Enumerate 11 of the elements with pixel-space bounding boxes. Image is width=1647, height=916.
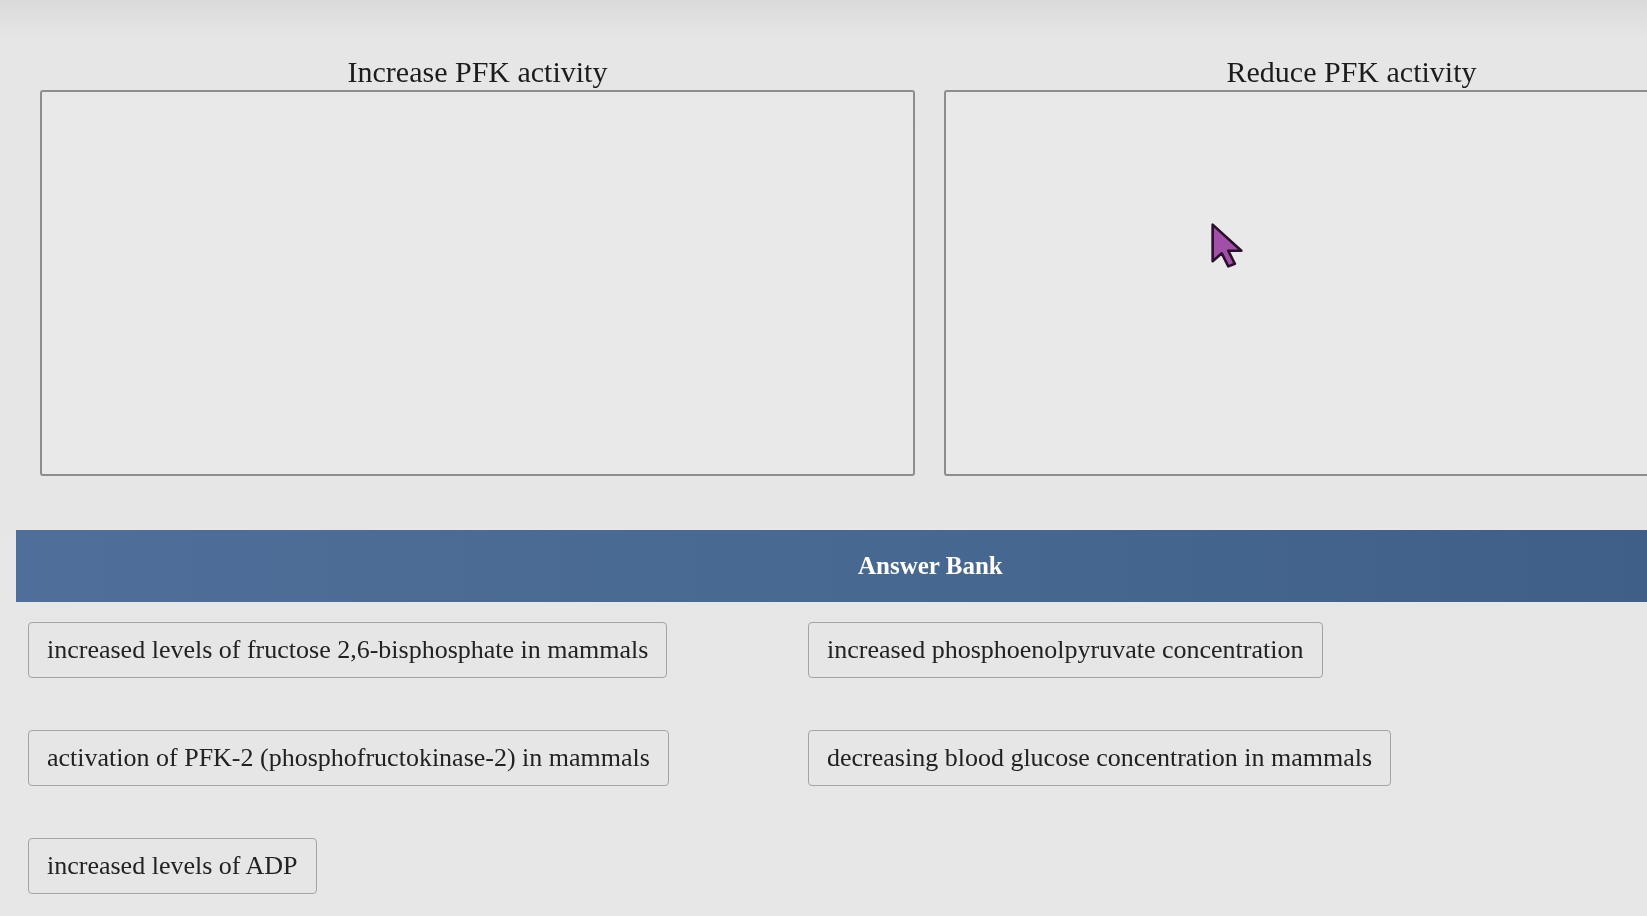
mouse-pointer-icon (1210, 222, 1244, 269)
answer-tile[interactable]: increased levels of fructose 2,6-bisphosphate in mammals (28, 622, 668, 678)
zone-title: Reduce PFK activity (1226, 54, 1477, 90)
answer-bank-title: Answer Bank (858, 552, 1003, 580)
answer-tile[interactable]: increased levels of ADP (28, 838, 317, 894)
answer-tile[interactable]: decreasing blood glucose concentration in mammals (808, 730, 1392, 786)
answer-tile[interactable]: activation of PFK-2 (phosphofructokinase-2) in mammals (28, 730, 669, 786)
answer-tile[interactable]: increased phosphoenolpyruvate concentration (808, 622, 1323, 678)
drop-zone[interactable] (944, 90, 1647, 476)
zone-title: Increase PFK activity (347, 54, 608, 90)
drop-zone[interactable] (40, 90, 915, 476)
